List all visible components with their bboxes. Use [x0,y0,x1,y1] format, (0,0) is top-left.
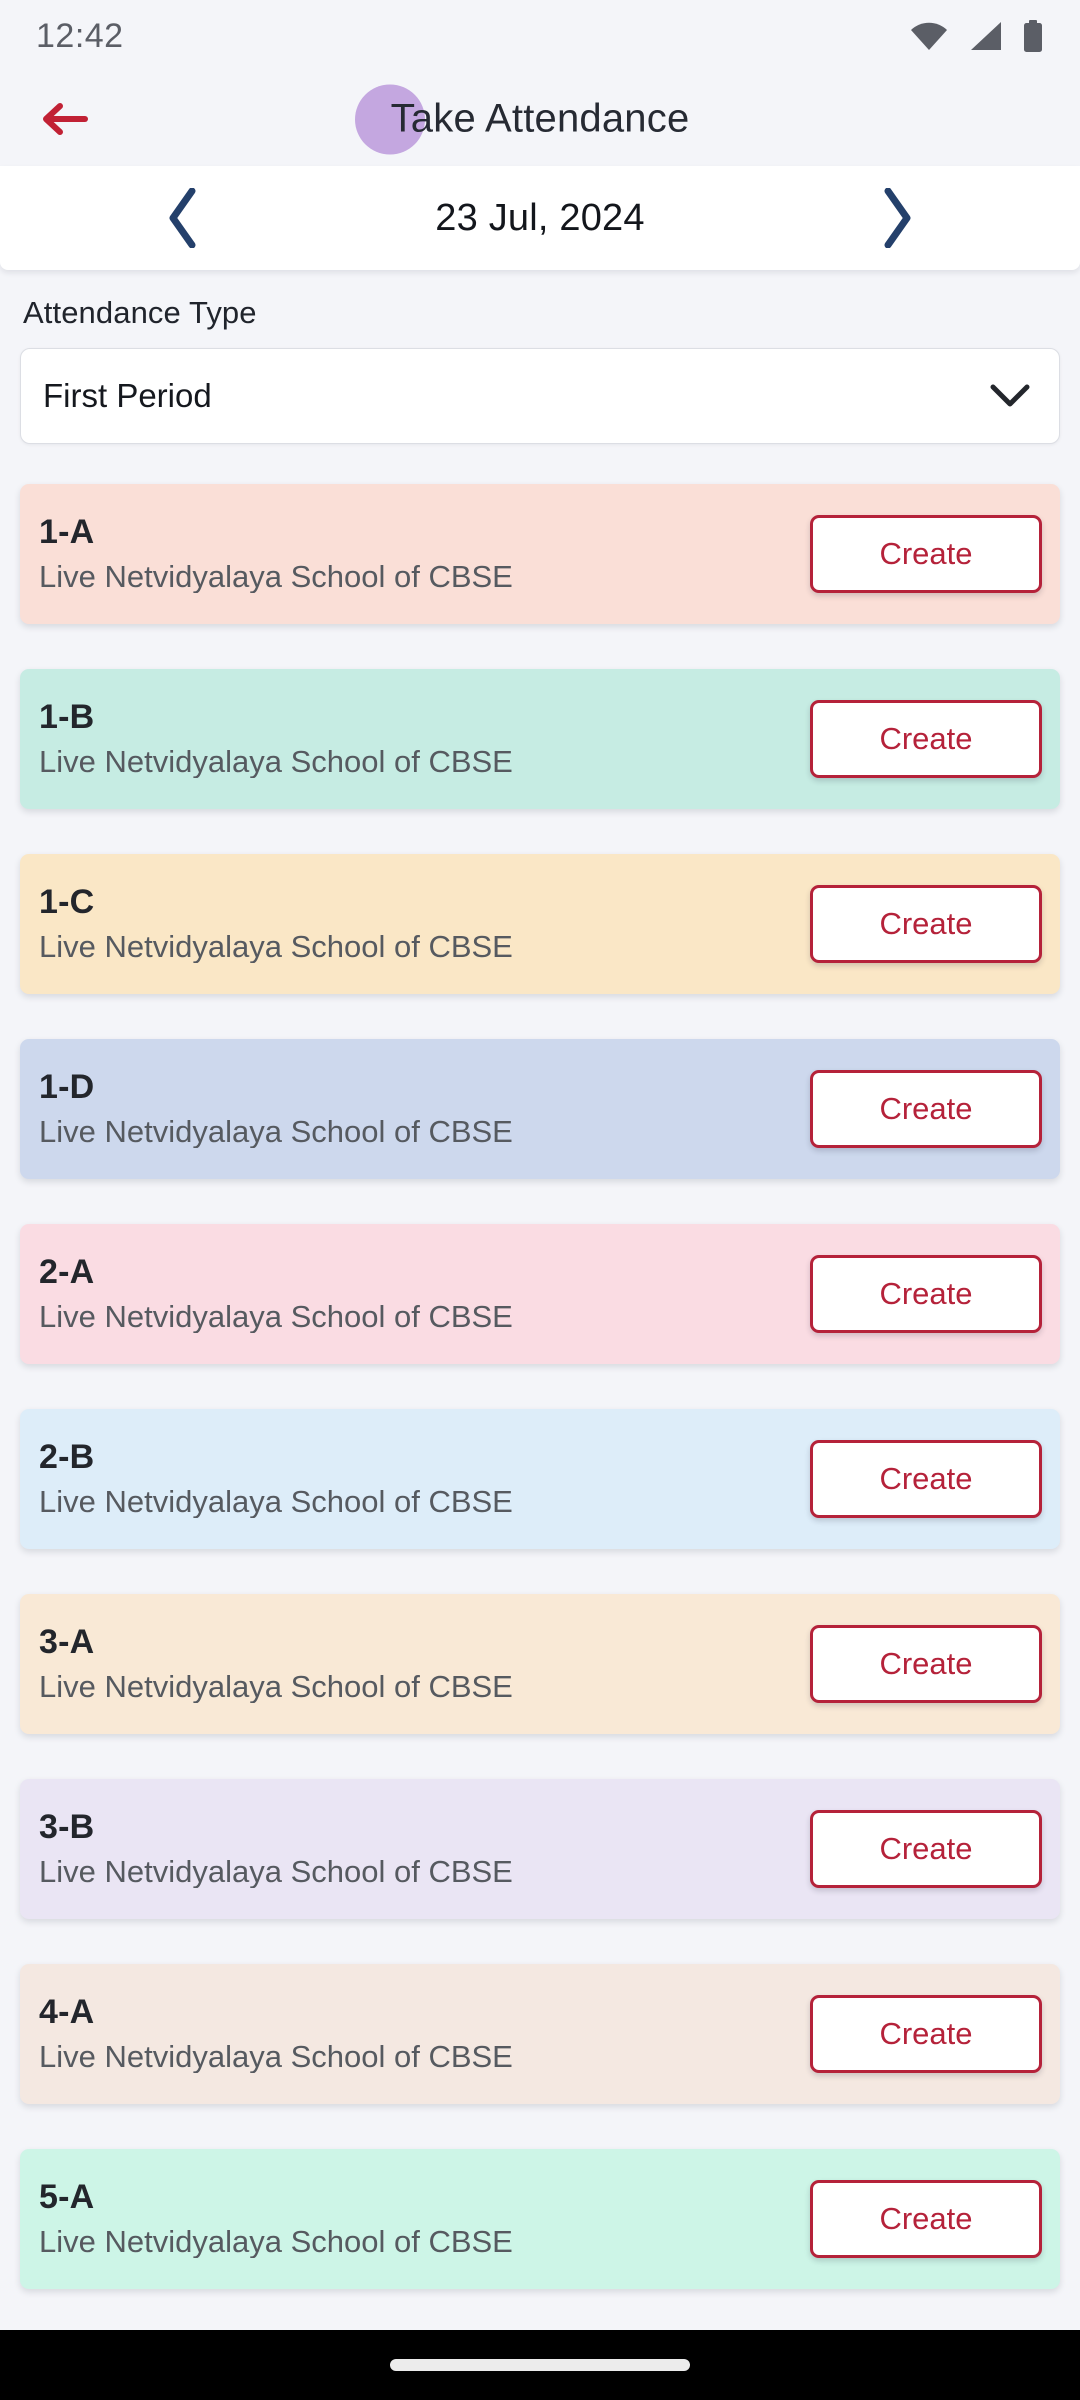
class-school-name: Live Netvidyalaya School of CBSE [39,745,513,779]
class-name: 2-B [39,1437,95,1476]
class-card[interactable]: 1-C Live Netvidyalaya School of CBSE Creat… [20,854,1060,994]
main-content: Attendance Type First Period 1-A Live Net… [0,270,1080,2330]
class-info: 1-D Live Netvidyalaya School of CBSE [36,1067,810,1149]
create-attendance-button[interactable]: Create [810,1625,1042,1703]
class-info: 2-A Live Netvidyalaya School of CBSE [36,1252,810,1334]
create-attendance-button[interactable]: Create [810,1070,1042,1148]
class-name: 1-A [39,512,95,551]
class-info: 1-B Live Netvidyalaya School of CBSE [36,697,810,779]
chevron-left-icon [169,188,196,248]
class-info: 2-B Live Netvidyalaya School of CBSE [36,1437,810,1519]
class-school-name: Live Netvidyalaya School of CBSE [39,560,513,594]
class-card[interactable]: 3-B Live Netvidyalaya School of CBSE Creat… [20,1779,1060,1919]
class-name: 2-A [39,1252,95,1291]
next-date-button[interactable] [854,175,940,261]
create-attendance-button[interactable]: Create [810,885,1042,963]
class-name: 1-C [39,882,95,921]
class-info: 3-B Live Netvidyalaya School of CBSE [36,1807,810,1889]
class-card[interactable]: 4-A Live Netvidyalaya School of CBSE Creat… [20,1964,1060,2104]
class-info: 1-C Live Netvidyalaya School of CBSE [36,882,810,964]
class-info: 5-A Live Netvidyalaya School of CBSE [36,2177,810,2259]
chevron-down-icon [990,384,1030,407]
attendance-type-value: First Period [43,377,212,414]
class-name: 4-A [39,1992,95,2031]
class-card[interactable]: 1-B Live Netvidyalaya School of CBSE Creat… [20,669,1060,809]
previous-date-button[interactable] [140,175,226,261]
class-name: 1-D [39,1067,95,1106]
create-attendance-button[interactable]: Create [810,1995,1042,2073]
page-title: Take Attendance [390,96,690,141]
current-date-label[interactable]: 23 Jul, 2024 [226,197,854,240]
date-navigation-bar: 23 Jul, 2024 [0,166,1080,270]
class-school-name: Live Netvidyalaya School of CBSE [39,1855,513,1889]
create-attendance-button[interactable]: Create [810,1440,1042,1518]
create-attendance-button[interactable]: Create [810,1255,1042,1333]
class-school-name: Live Netvidyalaya School of CBSE [39,2040,513,2074]
app-bar: Take Attendance [0,72,1080,166]
battery-icon [1024,20,1042,52]
home-indicator[interactable] [390,2359,690,2371]
class-school-name: Live Netvidyalaya School of CBSE [39,930,513,964]
status-bar-icons [910,20,1044,52]
class-info: 3-A Live Netvidyalaya School of CBSE [36,1622,810,1704]
class-card[interactable]: 1-D Live Netvidyalaya School of CBSE Creat… [20,1039,1060,1179]
create-attendance-button[interactable]: Create [810,2180,1042,2258]
class-card[interactable]: 1-A Live Netvidyalaya School of CBSE Creat… [20,484,1060,624]
status-bar: 12:42 [0,0,1080,72]
page-title-area: Take Attendance [0,84,1080,154]
class-name: 3-B [39,1807,95,1846]
class-card[interactable]: 2-B Live Netvidyalaya School of CBSE Creat… [20,1409,1060,1549]
class-card[interactable]: 2-A Live Netvidyalaya School of CBSE Creat… [20,1224,1060,1364]
status-bar-time: 12:42 [36,16,124,55]
class-name: 3-A [39,1622,95,1661]
class-name: 5-A [39,2177,95,2216]
app-screen: 12:42 Take Attendance 23 Jul, 2024 Atten… [0,0,1080,2400]
class-card[interactable]: 3-A Live Netvidyalaya School of CBSE Creat… [20,1594,1060,1734]
class-card[interactable]: 5-A Live Netvidyalaya School of CBSE Creat… [20,2149,1060,2289]
class-school-name: Live Netvidyalaya School of CBSE [39,1300,513,1334]
create-attendance-button[interactable]: Create [810,515,1042,593]
cellular-signal-icon [971,22,1001,50]
class-list: 1-A Live Netvidyalaya School of CBSE Creat… [20,484,1060,2289]
class-info: 1-A Live Netvidyalaya School of CBSE [36,512,810,594]
class-school-name: Live Netvidyalaya School of CBSE [39,1115,513,1149]
class-name: 1-B [39,697,95,736]
class-info: 4-A Live Netvidyalaya School of CBSE [36,1992,810,2074]
attendance-type-dropdown[interactable]: First Period [20,348,1060,444]
class-school-name: Live Netvidyalaya School of CBSE [39,2225,513,2259]
class-school-name: Live Netvidyalaya School of CBSE [39,1670,513,1704]
create-attendance-button[interactable]: Create [810,700,1042,778]
gesture-navigation-bar [0,2330,1080,2400]
attendance-type-label: Attendance Type [23,295,257,330]
chevron-right-icon [884,188,911,248]
wifi-icon [911,22,947,50]
create-attendance-button[interactable]: Create [810,1810,1042,1888]
class-school-name: Live Netvidyalaya School of CBSE [39,1485,513,1519]
